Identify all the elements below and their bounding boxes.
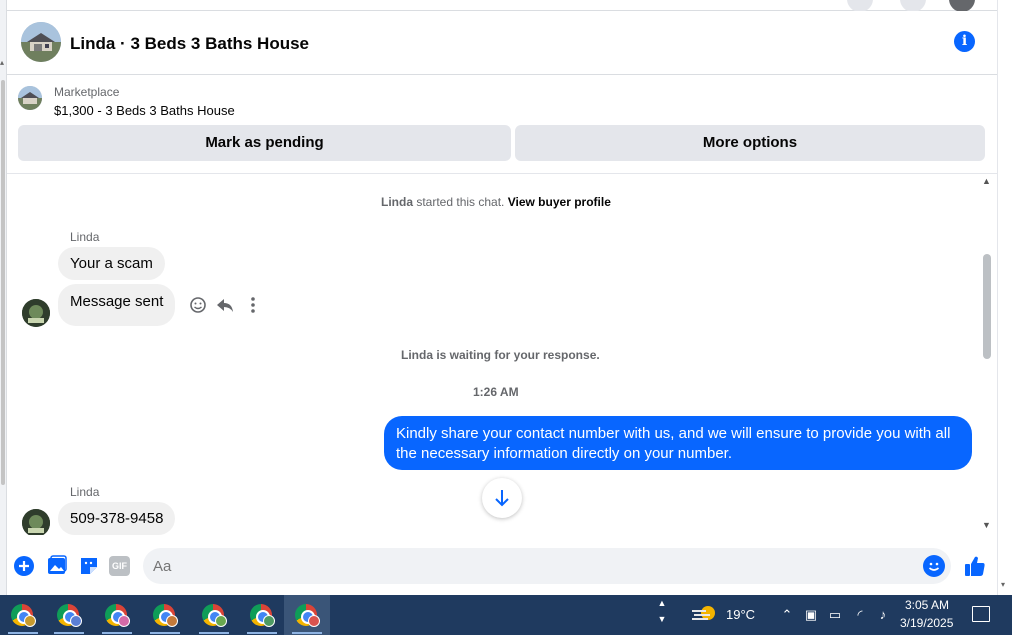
message-composer: GIF [7, 535, 997, 595]
profile-badge-icon [24, 615, 36, 627]
taskbar-scroll[interactable]: ▲ ▼ [654, 595, 670, 635]
sticker-icon[interactable] [78, 555, 100, 577]
temperature[interactable]: 19°C [726, 607, 755, 622]
jump-to-latest-button[interactable] [482, 478, 522, 518]
listing-thumbnail[interactable] [18, 86, 42, 110]
linda-avatar[interactable] [22, 509, 50, 537]
message-timestamp: 1:26 AM [473, 385, 519, 399]
profile-badge-icon [118, 615, 130, 627]
clock-time[interactable]: 3:05 AM [905, 598, 949, 612]
clock-date[interactable]: 3/19/2025 [900, 616, 953, 630]
right-scrollbar[interactable]: ▾ [997, 0, 1012, 595]
listing-photo[interactable] [21, 22, 61, 62]
chevron-up-icon[interactable]: ⌃ [778, 606, 796, 624]
taskbar-chrome-profile[interactable] [46, 595, 92, 635]
volume-icon[interactable]: ♪ [874, 606, 892, 624]
message-bubble[interactable]: Your a scam [58, 247, 165, 280]
scroll-down-icon[interactable]: ▼ [982, 520, 991, 530]
message-input[interactable] [153, 548, 913, 584]
react-emoji-icon[interactable] [188, 295, 208, 315]
reply-icon[interactable] [215, 295, 235, 315]
arrow-down-icon [495, 490, 509, 507]
taskbar-chrome-profile[interactable] [191, 595, 237, 635]
thumbs-up-icon[interactable] [963, 554, 987, 578]
gif-button[interactable]: GIF [109, 556, 130, 576]
left-scrollbar[interactable]: ▴ [0, 0, 7, 595]
photo-icon[interactable] [46, 555, 68, 577]
mark-as-pending-button[interactable]: Mark as pending [18, 125, 511, 161]
chevron-up-icon[interactable]: ▲ [654, 598, 670, 608]
taskbar-chrome-profile[interactable] [94, 595, 140, 635]
listing-title[interactable]: $1,300 - 3 Beds 3 Baths House [54, 103, 235, 118]
emoji-icon[interactable] [923, 555, 945, 577]
chevron-down-icon[interactable]: ▼ [654, 614, 670, 624]
profile-badge-icon [70, 615, 82, 627]
linda-avatar[interactable] [22, 299, 50, 327]
sender-name: Linda [70, 230, 100, 244]
profile-badge-icon [166, 615, 178, 627]
info-icon[interactable]: i [954, 31, 975, 52]
profile-badge-icon [215, 615, 227, 627]
message-list[interactable]: ▲ ▼ Linda started this chat. View buyer … [7, 173, 997, 537]
waiting-notice: Linda is waiting for your response. [401, 348, 600, 362]
sender-name: Linda [70, 485, 100, 499]
started-text: started this chat. [413, 195, 508, 209]
started-name: Linda [381, 195, 413, 209]
more-options-button[interactable]: More options [515, 125, 985, 161]
outgoing-message-bubble[interactable]: Kindly share your contact number with us… [384, 416, 972, 470]
scroll-up-icon[interactable]: ▲ [982, 176, 991, 186]
notification-icon[interactable] [972, 606, 990, 622]
chat-started-notice: Linda started this chat. View buyer prof… [381, 195, 611, 209]
taskbar-chrome-profile[interactable] [142, 595, 188, 635]
taskbar-chrome-profile-active[interactable] [284, 595, 330, 635]
plus-icon[interactable] [13, 555, 35, 577]
marketplace-bar: Marketplace $1,300 - 3 Beds 3 Baths Hous… [7, 75, 997, 173]
windows-taskbar: ▲ ▼ 19°C ⌃ ▣ ▭ ◜ ♪ 3:05 AM 3/19/2025 [0, 595, 1012, 635]
message-input-wrapper[interactable] [143, 548, 951, 584]
top-toolbar-strip [7, 0, 997, 12]
page: ▴ ▾ Linda · 3 Beds 3 Baths House i Marke… [0, 0, 1012, 635]
marketplace-label: Marketplace [54, 85, 120, 99]
message-bubble[interactable]: 509-378-9458 [58, 502, 176, 535]
taskbar-chrome-profile[interactable] [0, 595, 46, 635]
chat-title[interactable]: Linda · 3 Beds 3 Baths House [70, 34, 309, 54]
chat-header: Linda · 3 Beds 3 Baths House i [7, 11, 997, 75]
meet-now-icon[interactable]: ▣ [802, 606, 820, 624]
profile-badge-icon [308, 615, 320, 627]
scroll-up-icon[interactable]: ▴ [0, 58, 4, 67]
battery-icon[interactable]: ▭ [826, 606, 844, 624]
view-buyer-profile-link[interactable]: View buyer profile [508, 195, 611, 209]
message-bubble[interactable]: Message sent [58, 284, 176, 326]
profile-badge-icon [263, 615, 275, 627]
left-scroll-thumb[interactable] [1, 80, 5, 485]
more-actions-icon[interactable] [243, 295, 263, 315]
weather-icon[interactable] [690, 603, 720, 627]
message-scroll-thumb[interactable] [983, 254, 991, 359]
wifi-icon[interactable]: ◜ [851, 606, 869, 624]
taskbar-chrome-profile[interactable] [239, 595, 285, 635]
scroll-down-icon[interactable]: ▾ [1001, 580, 1005, 589]
